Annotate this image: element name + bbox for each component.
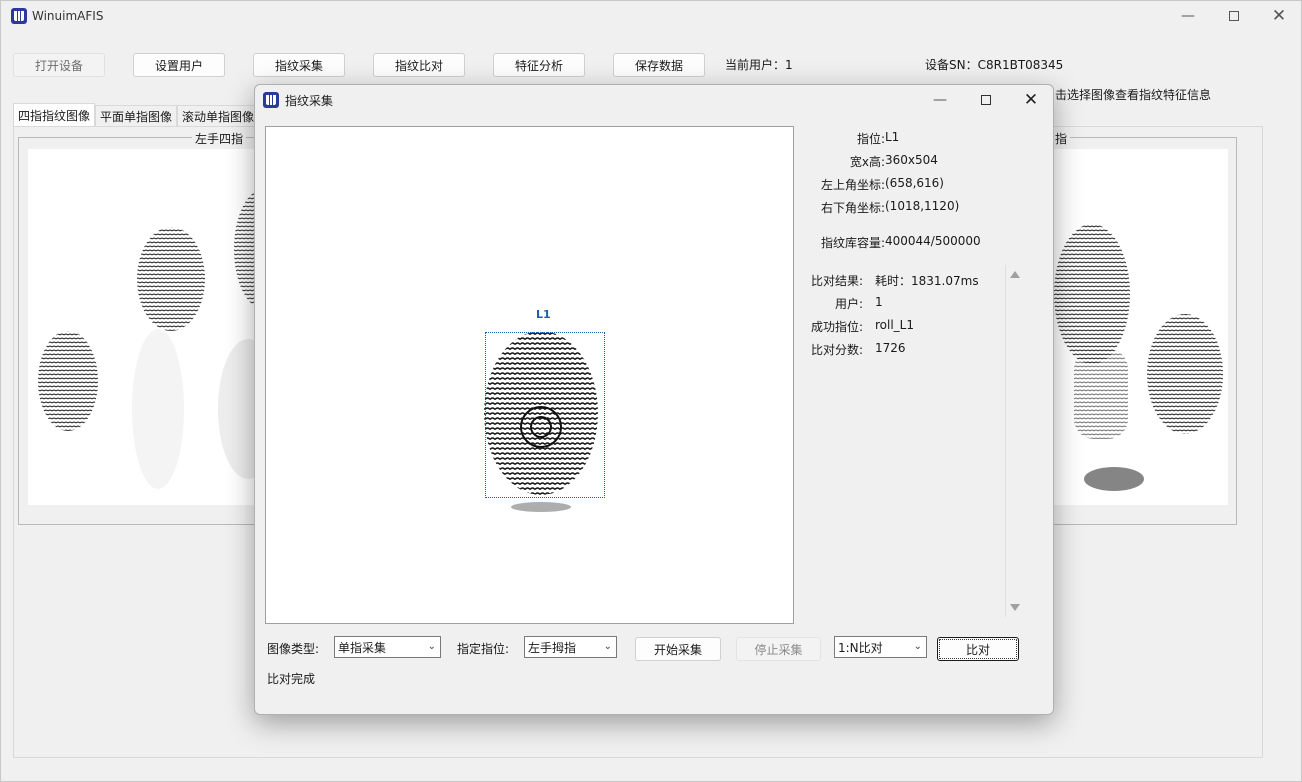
finger-select[interactable]: 左手拇指 ⌄ [524,636,617,658]
result-panel: 比对结果: 耗时：1831.07ms 用户: 1 成功指位: roll_L1 比… [810,274,979,357]
maximize-icon [981,95,991,105]
app-title: WinuimAFIS [32,9,104,23]
size-value: 360x504 [885,153,938,167]
result-scrollbar[interactable] [1005,265,1023,617]
preview-finger-label: L1 [536,308,551,321]
dialog-compare-button[interactable]: 比对 [937,637,1019,661]
finger-bounding-box [485,332,605,498]
dialog-close-button[interactable]: ✕ [1008,85,1054,115]
dialog-maximize-button[interactable] [963,85,1009,115]
maximize-button[interactable] [1211,1,1257,31]
result-time-value: 耗时：1831.07ms [875,274,979,288]
close-icon: ✕ [1271,6,1287,26]
open-device-button[interactable]: 打开设备 [13,53,105,77]
tab-flat-single[interactable]: 平面单指图像 [95,105,178,127]
capture-button[interactable]: 指纹采集 [253,53,345,77]
device-sn-label: 设备SN：C8R1BT08345 [925,58,1064,72]
status-text: 比对完成 [267,672,316,686]
fingerprint-preview[interactable]: L1 [265,126,794,624]
right-four-fingerprint-image[interactable] [1054,149,1228,505]
result-success-value: roll_L1 [875,318,914,332]
close-icon: ✕ [1023,90,1039,110]
main-titlebar: WinuimAFIS — ✕ [1,1,1301,31]
close-button[interactable]: ✕ [1256,1,1302,31]
scroll-up-icon[interactable] [1010,271,1020,278]
compare-mode-select[interactable]: 1:N比对 ⌄ [834,636,927,658]
left-four-group-title: 左手四指 [192,130,247,147]
chevron-down-icon: ⌄ [427,641,436,652]
minimize-button[interactable]: — [1165,1,1211,31]
stop-capture-button[interactable]: 停止采集 [736,637,821,661]
image-type-label: 图像类型: [267,642,320,656]
dialog-title: 指纹采集 [285,94,334,108]
current-user-label: 当前用户：1 [725,58,793,72]
finger-pos-value: L1 [885,130,900,144]
image-type-select[interactable]: 单指采集 ⌄ [334,636,441,658]
result-user-value: 1 [875,295,883,309]
right-four-group: 指 [1044,130,1237,525]
save-data-button[interactable]: 保存数据 [613,53,705,77]
finger-select-label: 指定指位: [457,642,510,656]
start-capture-button[interactable]: 开始采集 [635,637,721,661]
tab-four-finger[interactable]: 四指指纹图像 [13,103,96,127]
bottomright-value: (1018,1120) [885,199,960,213]
fingerprint-image-right [1054,224,1223,491]
app-logo-icon [11,8,27,24]
minimize-icon: — [933,92,947,108]
right-four-group-title: 指 [1052,130,1071,147]
left-four-fingerprint-image[interactable] [28,149,272,505]
chevron-down-icon: ⌄ [603,641,612,652]
minimize-icon: — [1181,8,1195,24]
tab-rolled-single[interactable]: 滚动单指图像 [177,105,260,127]
hint-text: 击选择图像查看指纹特征信息 [1055,88,1212,102]
maximize-icon [1229,11,1239,21]
fingerprint-image-left [38,189,272,489]
capture-dialog: 指纹采集 — ✕ L1 指位: L1 宽x高: 360x504 左上角坐标: (… [254,84,1054,715]
dialog-minimize-button[interactable]: — [917,85,963,115]
left-four-group: 左手四指 [18,130,278,525]
topleft-value: (658,616) [885,176,944,190]
chevron-down-icon: ⌄ [913,641,922,652]
compare-button[interactable]: 指纹比对 [373,53,465,77]
image-tabs: 四指指纹图像 平面单指图像 滚动单指图像 [13,103,260,127]
dialog-logo-icon [263,92,279,108]
scroll-down-icon[interactable] [1010,604,1020,611]
capacity-value: 400044/500000 [885,234,981,248]
set-user-button[interactable]: 设置用户 [133,53,225,77]
feature-analysis-button[interactable]: 特征分析 [493,53,585,77]
result-score-value: 1726 [875,341,906,355]
dialog-titlebar: 指纹采集 — ✕ [255,85,1053,115]
